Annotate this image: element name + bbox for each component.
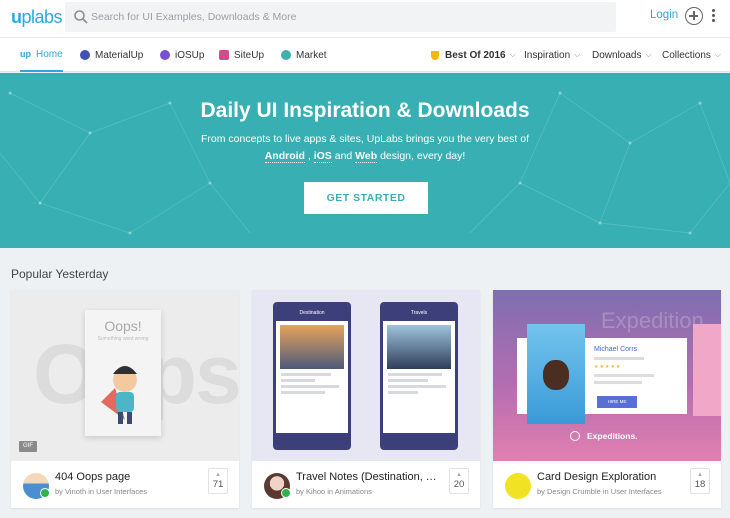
chevron-down-icon: ⌵ bbox=[645, 50, 652, 59]
uplabs-icon: up bbox=[20, 49, 31, 59]
profile-name: Michael Corrs bbox=[594, 346, 638, 353]
upvote-button[interactable]: ▲ 71 bbox=[208, 468, 228, 494]
nav-materialup-label: MaterialUp bbox=[95, 49, 144, 61]
uplabs-logo[interactable]: uplabs bbox=[11, 7, 63, 28]
shot-title[interactable]: Travel Notes (Destination, Travels) bbox=[296, 471, 442, 483]
verified-check-icon bbox=[40, 488, 50, 498]
hero-sep: , bbox=[304, 150, 314, 162]
chevron-down-icon: ⌵ bbox=[574, 50, 581, 59]
avatar[interactable] bbox=[505, 473, 531, 499]
hero-and: and bbox=[331, 150, 356, 162]
trophy-icon bbox=[431, 50, 439, 60]
shot-title[interactable]: 404 Oops page bbox=[55, 471, 201, 483]
nav-collections[interactable]: Collections ⌵ bbox=[662, 38, 721, 72]
shot-byline: by Design Crumble in User Interfaces bbox=[537, 487, 662, 496]
phone-screen-destination: Destination bbox=[273, 302, 351, 450]
nav-iosup-label: iOSUp bbox=[175, 49, 205, 61]
search-icon bbox=[74, 10, 88, 24]
superhero-illustration bbox=[101, 366, 137, 424]
shot-byline: by Kihoo in Animations bbox=[296, 487, 372, 496]
profile-photo-secondary bbox=[693, 324, 721, 416]
nav-market-label: Market bbox=[296, 49, 327, 61]
screen-title: Destination bbox=[276, 305, 348, 321]
thumb-oops-text: Oops! bbox=[104, 318, 142, 334]
shot-card[interactable]: Destination Travels Travel Notes (Destin… bbox=[252, 290, 480, 508]
hire-me-button-mockup: HIRE ME bbox=[597, 396, 637, 408]
rating-stars: ★★★★★ bbox=[594, 364, 622, 370]
shot-card[interactable]: Oops! Oops! Something went wrong GIF 404… bbox=[11, 290, 239, 508]
logo-text: plabs bbox=[21, 7, 63, 27]
upvote-arrow-icon: ▲ bbox=[215, 472, 221, 478]
add-icon[interactable] bbox=[685, 7, 703, 25]
chevron-down-icon: ⌵ bbox=[509, 50, 516, 59]
screen-photo bbox=[387, 325, 451, 369]
shot-card[interactable]: Expedition Michael Corrs ★★★★★ HIRE ME E… bbox=[493, 290, 721, 508]
hero-line-1: From concepts to live apps & sites, UpLa… bbox=[201, 133, 529, 145]
thumb-brand: Expeditions. bbox=[587, 431, 638, 441]
materialup-icon bbox=[80, 50, 90, 60]
shot-thumbnail[interactable]: Destination Travels bbox=[252, 290, 480, 461]
nav-siteup[interactable]: SiteUp bbox=[219, 38, 264, 72]
shot-thumbnail[interactable]: Expedition Michael Corrs ★★★★★ HIRE ME E… bbox=[493, 290, 721, 461]
shot-title[interactable]: Card Design Exploration bbox=[537, 471, 683, 483]
verified-check-icon bbox=[281, 488, 291, 498]
screen-title: Travels bbox=[383, 305, 455, 321]
screen-footer bbox=[383, 433, 455, 447]
phone-screen-travels: Travels bbox=[380, 302, 458, 450]
thumb-watermark: Expedition bbox=[601, 308, 704, 333]
get-started-button[interactable]: GET STARTED bbox=[304, 182, 428, 214]
hero-banner: Daily UI Inspiration & Downloads From co… bbox=[0, 73, 730, 248]
upvote-arrow-icon: ▲ bbox=[697, 472, 703, 478]
ios-link[interactable]: iOS bbox=[313, 150, 332, 163]
hero-title: Daily UI Inspiration & Downloads bbox=[200, 99, 530, 122]
screen-footer bbox=[276, 433, 348, 447]
siteup-icon bbox=[219, 50, 229, 60]
login-link[interactable]: Login bbox=[650, 9, 678, 21]
shot-thumbnail[interactable]: Oops! Oops! Something went wrong GIF bbox=[11, 290, 239, 461]
market-icon bbox=[281, 50, 291, 60]
iosup-icon bbox=[160, 50, 170, 60]
nav-siteup-label: SiteUp bbox=[234, 49, 265, 61]
nav-market[interactable]: Market bbox=[281, 38, 327, 72]
hero-tail: design, every day! bbox=[377, 150, 466, 162]
nav-downloads-label: Downloads bbox=[592, 49, 642, 61]
nav-best-of-2016[interactable]: Best Of 2016 ⌵ bbox=[431, 38, 516, 72]
section-title: Popular Yesterday bbox=[11, 267, 109, 281]
upvote-arrow-icon: ▲ bbox=[456, 472, 462, 478]
shot-meta: 404 Oops page by Vinoth in User Interfac… bbox=[11, 461, 239, 508]
web-link[interactable]: Web bbox=[355, 150, 378, 163]
search-input[interactable] bbox=[91, 8, 591, 26]
logo-accent: u bbox=[11, 7, 22, 27]
nav-collections-label: Collections bbox=[662, 49, 711, 61]
nav-iosup[interactable]: iOSUp bbox=[160, 38, 204, 72]
fingerprint-icon bbox=[570, 431, 580, 441]
upvote-button[interactable]: ▲ 20 bbox=[449, 468, 469, 494]
upvote-count: 20 bbox=[453, 479, 465, 490]
nav-inspiration-label: Inspiration bbox=[524, 49, 571, 61]
search-bar[interactable] bbox=[65, 2, 616, 32]
upvote-count: 71 bbox=[212, 479, 224, 490]
gif-badge: GIF bbox=[19, 441, 37, 452]
nav-downloads[interactable]: Downloads ⌵ bbox=[592, 38, 652, 72]
nav-materialup[interactable]: MaterialUp bbox=[80, 38, 143, 72]
nav-best-of-label: Best Of 2016 bbox=[445, 49, 506, 61]
category-nav: up Home MaterialUp iOSUp SiteUp Market B… bbox=[0, 38, 730, 72]
chevron-down-icon: ⌵ bbox=[714, 50, 721, 59]
more-menu-icon[interactable] bbox=[712, 9, 716, 23]
nav-home-label: Home bbox=[36, 48, 63, 60]
top-bar: uplabs Login bbox=[0, 0, 730, 38]
screen-photo bbox=[280, 325, 344, 369]
nav-inspiration[interactable]: Inspiration ⌵ bbox=[524, 38, 580, 72]
upvote-count: 18 bbox=[694, 479, 706, 490]
shot-meta: Travel Notes (Destination, Travels) by K… bbox=[252, 461, 480, 508]
profile-photo bbox=[527, 324, 585, 424]
shot-meta: Card Design Exploration by Design Crumbl… bbox=[493, 461, 721, 508]
hero-subtitle: From concepts to live apps & sites, UpLa… bbox=[0, 131, 730, 165]
shot-byline: by Vinoth in User Interfaces bbox=[55, 487, 147, 496]
upvote-button[interactable]: ▲ 18 bbox=[690, 468, 710, 494]
nav-home[interactable]: up Home bbox=[20, 38, 63, 72]
phone-mockup: Oops! Something went wrong bbox=[85, 310, 161, 436]
android-link[interactable]: Android bbox=[264, 150, 305, 163]
